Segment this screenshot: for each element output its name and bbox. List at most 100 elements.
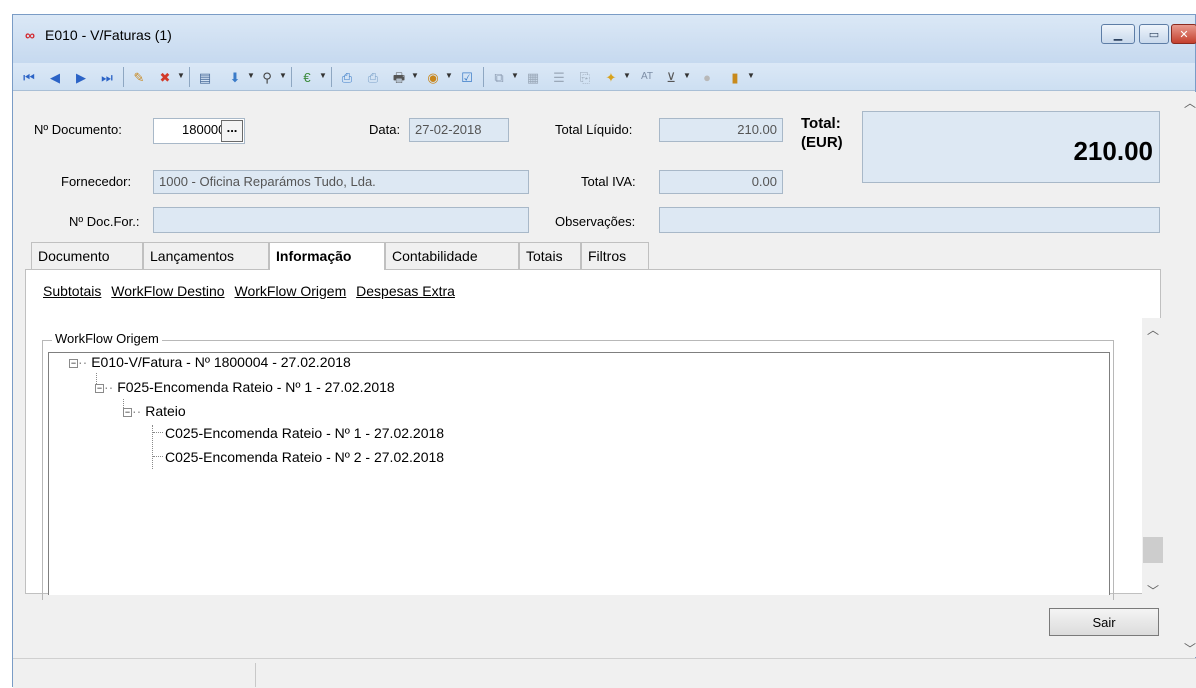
scroll-down-icon[interactable]: ﹀ xyxy=(1179,640,1196,657)
collapse-icon[interactable]: − xyxy=(95,384,104,393)
last-record-icon: ⏭ xyxy=(101,69,113,85)
tree-node-label: F025-Encomenda Rateio - Nº 1 - 27.02.201… xyxy=(117,379,395,395)
fornecedor-label: Fornecedor: xyxy=(61,174,132,189)
total-iva-value: 0.00 xyxy=(751,174,777,189)
print-disabled-icon: ⎙ xyxy=(367,69,379,85)
exit-dropdown-icon[interactable]: ▼ xyxy=(747,71,755,80)
observacoes-label: Observações: xyxy=(555,214,636,229)
currency-dropdown-icon[interactable]: ▼ xyxy=(319,71,327,80)
grid-button[interactable]: ▦ xyxy=(523,67,543,87)
tab-filtros[interactable]: Filtros xyxy=(581,242,649,269)
first-record-button[interactable]: ⏮ xyxy=(19,67,39,87)
tab-documento[interactable]: Documento xyxy=(31,242,143,269)
tree-node-label: E010-V/Fatura - Nº 1800004 - 27.02.2018 xyxy=(91,354,351,370)
tree-node-encomenda[interactable]: − ·· F025-Encomenda Rateio - Nº 1 - 27.02… xyxy=(95,379,395,395)
list-button[interactable]: ☰ xyxy=(549,67,569,87)
search-dropdown-icon[interactable]: ▼ xyxy=(279,71,287,80)
toolbar: ⏮ ◀ ▶ ⏭ ✎ ✖ ▼ ▤ ⬇ ▼ ⚲ ▼ € ▼ ⎙ ⎙ 🖶 ▼ ◉ ▼ … xyxy=(13,63,1195,91)
fornecedor-field[interactable]: 1000 - Oficina Reparámos Tudo, Lda. xyxy=(153,170,529,194)
door-icon: ▮ xyxy=(731,69,739,85)
last-record-button[interactable]: ⏭ xyxy=(97,67,117,87)
attach-button[interactable]: ⎘ xyxy=(575,67,595,87)
tab-informacao[interactable]: Informação xyxy=(269,242,385,270)
import-icon: ⬇ xyxy=(229,69,241,85)
browse-documento-button[interactable]: ... xyxy=(221,120,243,142)
close-button[interactable]: ✕ xyxy=(1171,24,1196,44)
data-field[interactable]: 27-02-2018 xyxy=(409,118,509,142)
informacao-panel: Subtotais WorkFlow Destino WorkFlow Orig… xyxy=(25,269,1164,600)
checklist-button[interactable]: ☑ xyxy=(457,67,477,87)
edit-pencil-icon: ✎ xyxy=(133,69,145,85)
maximize-button[interactable]: ▭ xyxy=(1139,24,1169,44)
import-dropdown-icon[interactable]: ▼ xyxy=(247,71,255,80)
tab-lancamentos[interactable]: Lançamentos xyxy=(143,242,269,269)
scroll-down-icon[interactable]: ﹀ xyxy=(1142,582,1164,599)
magic-button[interactable]: ✦ xyxy=(601,67,621,87)
tree-node-c025-2[interactable]: C025-Encomenda Rateio - Nº 2 - 27.02.201… xyxy=(165,449,444,465)
circle-icon: ● xyxy=(703,69,711,85)
collapse-icon[interactable]: − xyxy=(123,408,132,417)
minimize-icon: ▁ xyxy=(1113,28,1123,41)
maximize-icon: ▭ xyxy=(1148,28,1160,41)
title-bar: ∞ E010 - V/Faturas (1) ▁ ▭ ✕ xyxy=(13,15,1196,63)
status-button[interactable]: ● xyxy=(697,67,717,87)
total-display: 210.00 xyxy=(862,111,1160,183)
sair-button[interactable]: Sair xyxy=(1049,608,1159,636)
subtotais-link[interactable]: Subtotais xyxy=(43,283,101,299)
toolbar-separator xyxy=(331,67,332,87)
tab-totais[interactable]: Totais xyxy=(519,242,581,269)
scroll-up-icon[interactable]: ︿ xyxy=(1179,94,1196,111)
tree-node-label: C025-Encomenda Rateio - Nº 1 - 27.02.201… xyxy=(165,425,445,441)
toolbar-separator xyxy=(123,67,124,87)
exit-door-button[interactable]: ▮ xyxy=(725,67,745,87)
print-preview-button[interactable]: ⎙ xyxy=(337,67,357,87)
delete-icon: ✖ xyxy=(159,69,171,85)
tree-node-fatura[interactable]: − ·· E010-V/Fatura - Nº 1800004 - 27.02.2… xyxy=(69,354,351,370)
data-label: Data: xyxy=(369,122,401,137)
attach-icon: ⎘ xyxy=(579,69,591,85)
print-preview-icon: ⎙ xyxy=(341,69,353,85)
tree-connector xyxy=(153,432,163,433)
filter-dropdown-icon[interactable]: ▼ xyxy=(683,71,691,80)
collapse-icon[interactable]: − xyxy=(69,359,78,368)
currency-button[interactable]: € xyxy=(297,67,317,87)
close-icon: ✕ xyxy=(1179,28,1189,41)
delete-dropdown-icon[interactable]: ▼ xyxy=(177,71,185,80)
tree-scrollbar[interactable]: ︿ ﹀ xyxy=(1142,318,1164,600)
total-liquido-label: Total Líquido: xyxy=(555,122,633,137)
export-dropdown-icon[interactable]: ▼ xyxy=(445,71,453,80)
currency-icon: € xyxy=(303,69,311,85)
printer-dropdown-icon[interactable]: ▼ xyxy=(411,71,419,80)
import-button[interactable]: ⬇ xyxy=(225,67,245,87)
tab-contabilidade[interactable]: Contabilidade xyxy=(385,242,519,269)
currency-label: (EUR) xyxy=(801,134,843,151)
num-doc-for-field[interactable] xyxy=(153,207,529,233)
at-button[interactable]: AT xyxy=(635,67,659,87)
filter-button[interactable]: ⊻ xyxy=(661,67,681,87)
tree-node-c025-1[interactable]: C025-Encomenda Rateio - Nº 1 - 27.02.201… xyxy=(165,425,444,441)
workflow-destino-link[interactable]: WorkFlow Destino xyxy=(111,283,224,299)
binoculars-icon: ⚲ xyxy=(262,69,272,85)
form-scrollbar[interactable]: ︿ ﹀ xyxy=(1183,92,1196,657)
workflow-origem-link[interactable]: WorkFlow Origem xyxy=(234,283,346,299)
printer-button[interactable]: 🖶 xyxy=(389,67,409,87)
tree-node-rateio[interactable]: − ·· Rateio xyxy=(123,403,186,419)
search-button[interactable]: ⚲ xyxy=(257,67,277,87)
magic-dropdown-icon[interactable]: ▼ xyxy=(623,71,631,80)
filter-icon: ⊻ xyxy=(666,69,676,85)
print-button-disabled[interactable]: ⎙ xyxy=(363,67,383,87)
delete-button[interactable]: ✖ xyxy=(155,67,175,87)
export-button[interactable]: ◉ xyxy=(423,67,443,87)
scroll-thumb[interactable] xyxy=(1143,537,1163,563)
new-document-button[interactable]: ▤ xyxy=(195,67,215,87)
total-liquido-field: 210.00 xyxy=(659,118,783,142)
copy-document-button[interactable]: ⧉ xyxy=(489,67,509,87)
previous-record-button[interactable]: ◀ xyxy=(45,67,65,87)
observacoes-field[interactable] xyxy=(659,207,1160,233)
despesas-extra-link[interactable]: Despesas Extra xyxy=(356,283,455,299)
scroll-up-icon[interactable]: ︿ xyxy=(1142,321,1164,338)
minimize-button[interactable]: ▁ xyxy=(1101,24,1135,44)
edit-button[interactable]: ✎ xyxy=(129,67,149,87)
copy-dropdown-icon[interactable]: ▼ xyxy=(511,71,519,80)
next-record-button[interactable]: ▶ xyxy=(71,67,91,87)
